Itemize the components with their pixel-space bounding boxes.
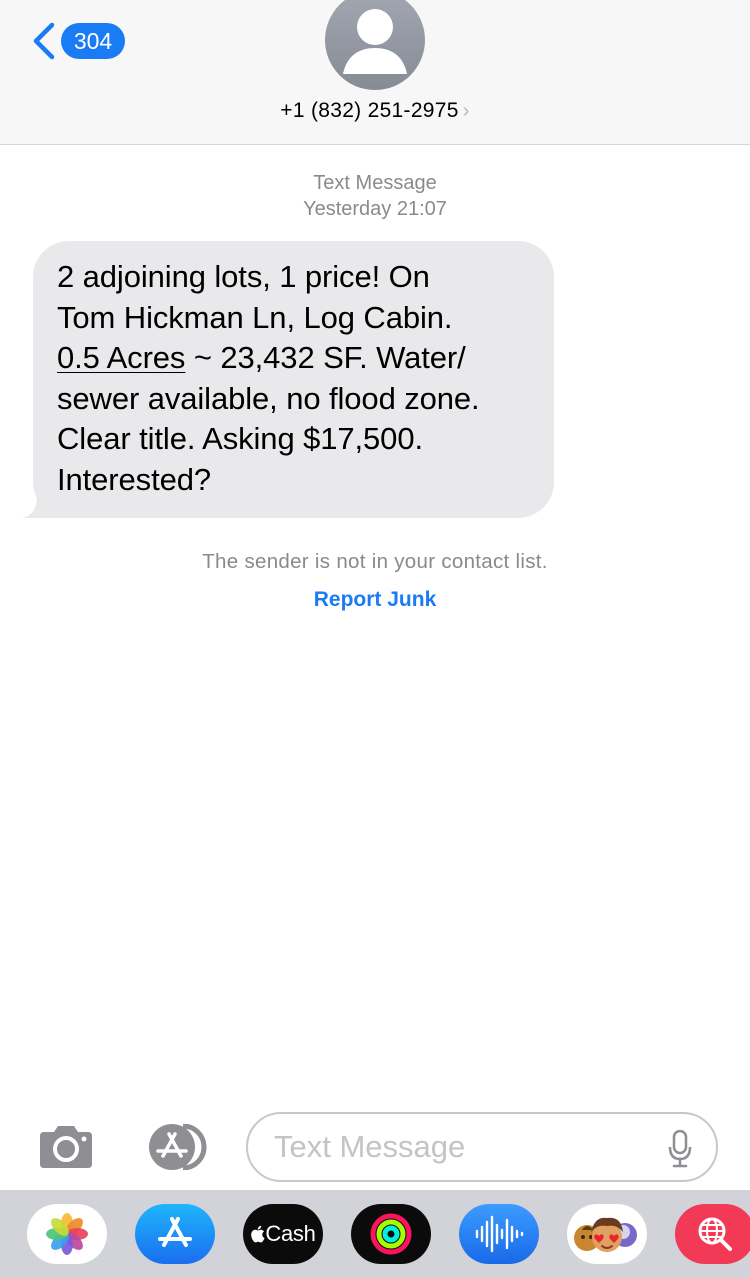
memoji-app-button[interactable] [567,1204,647,1264]
apple-cash-label: Cash [265,1221,316,1246]
chevron-right-icon: › [462,100,470,122]
message-input-placeholder: Text Message [274,1129,466,1164]
message-service-label: Text Message [313,172,437,194]
message-line: sewer available, no flood zone. [57,380,480,416]
bubble-tail [21,490,65,518]
contact-avatar[interactable] [325,0,425,90]
detected-measurement-link[interactable]: 0.5 Acres [57,340,185,375]
app-store-icon[interactable] [139,1124,213,1170]
apple-logo-icon [251,1225,265,1243]
message-row: 2 adjoining lots, 1 price! On Tom Hickma… [21,241,554,518]
app-store-app-button[interactable] [135,1204,215,1264]
fitness-app-button[interactable] [351,1204,431,1264]
incoming-message-bubble[interactable]: 2 adjoining lots, 1 price! On Tom Hickma… [21,241,554,518]
waveform-icon [475,1215,524,1253]
message-line: Tom Hickman Ln, Log Cabin. [57,299,453,335]
contact-phone-number: +1 (832) 251-2975 [280,99,459,122]
photos-app-button[interactable] [27,1204,107,1264]
message-line: Interested? [57,461,212,497]
microphone-icon[interactable] [668,1130,692,1168]
app-store-icon [158,1217,192,1247]
audio-message-app-button[interactable] [459,1204,539,1264]
unread-count-badge: 304 [61,23,125,59]
chevron-left-icon [33,22,55,60]
contact-name-button[interactable]: +1 (832) 251-2975 › [0,99,750,123]
imessage-app-drawer: Cash [0,1190,750,1278]
navigation-header: 304 +1 (832) 251-2975 › [0,0,750,145]
activity-rings-icon [370,1213,412,1255]
message-line: 2 adjoining lots, 1 price! On [57,259,430,294]
unknown-sender-notice: The sender is not in your contact list. [202,550,548,573]
photos-icon [46,1213,88,1255]
camera-icon[interactable] [36,1124,96,1170]
message-input-field[interactable]: Text Message [246,1112,718,1182]
memoji-icon [574,1217,637,1252]
message-line: Clear title. Asking $17,500. [57,421,423,456]
message-text: ~ 23,432 SF. Water/ [185,340,466,375]
globe-search-icon [698,1217,732,1251]
person-silhouette-icon [343,9,407,74]
web-search-app-button[interactable] [675,1204,750,1264]
message-timestamp: Yesterday 21:07 [303,198,447,220]
report-junk-link[interactable]: Report Junk [0,588,750,612]
message-line: 0.5 Acres ~ 23,432 SF. Water/ [57,338,534,379]
apple-cash-app-button[interactable]: Cash [243,1204,323,1264]
back-button[interactable]: 304 [28,20,125,62]
